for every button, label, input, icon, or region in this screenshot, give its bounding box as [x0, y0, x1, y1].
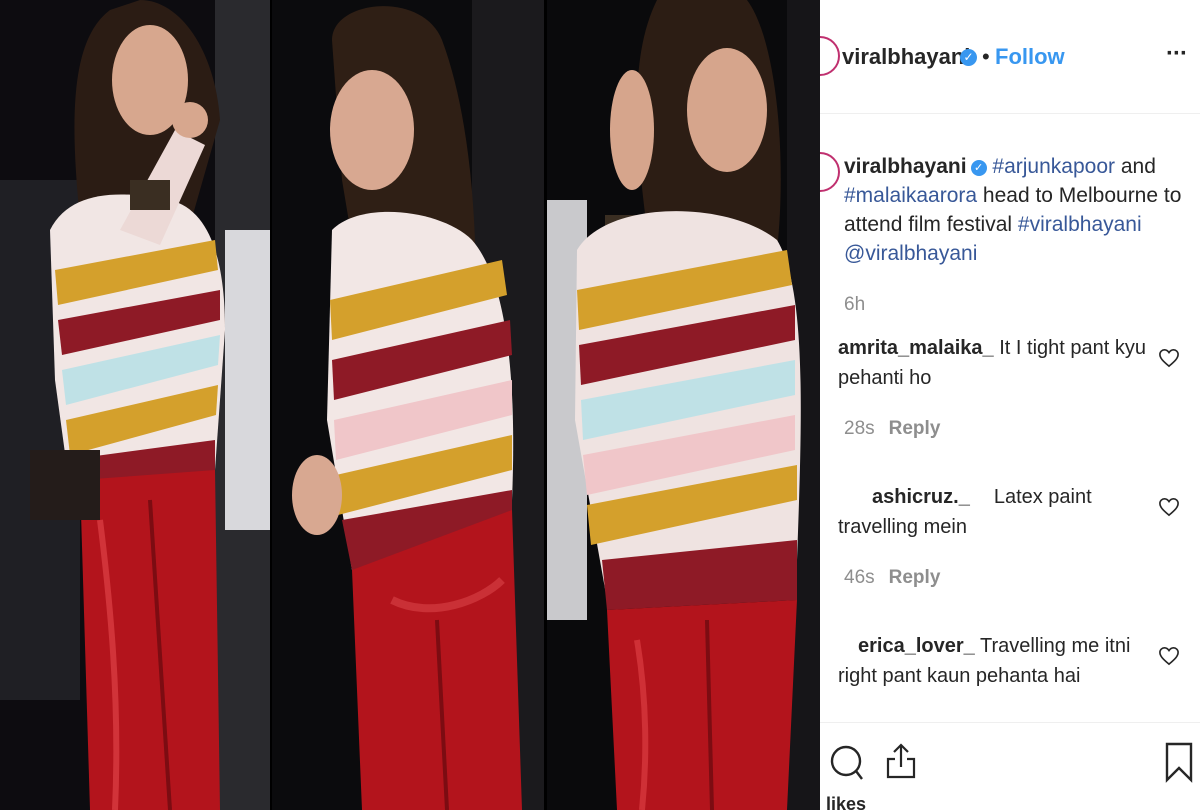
comment-item: amrita_malaika_ It I tight pant kyu peha… — [838, 333, 1158, 393]
comment-username[interactable]: erica_lover_ — [858, 635, 975, 657]
verified-badge-icon: ✓ — [970, 160, 987, 176]
reply-button[interactable]: Reply — [889, 567, 941, 588]
bookmark-icon[interactable] — [1164, 741, 1194, 783]
comment-item: ashicruz._ Latex paint travelling mein — [838, 482, 1158, 542]
share-icon[interactable] — [884, 741, 918, 781]
comment-time[interactable]: 46s — [844, 567, 875, 588]
author-username[interactable]: viralbhayani — [842, 44, 970, 70]
post-image-collage[interactable] — [0, 0, 820, 810]
hashtag-link[interactable]: #malaikaarora — [844, 184, 977, 207]
heart-icon[interactable] — [1158, 646, 1180, 666]
post-photo-1 — [0, 0, 270, 810]
hashtag-link[interactable]: #viralbhayani — [1018, 213, 1142, 236]
more-options-icon[interactable]: ··· — [1166, 40, 1188, 68]
comment-meta: 46s Reply — [844, 567, 940, 589]
verified-badge-icon: ✓ — [960, 49, 977, 66]
post-photo-2 — [272, 0, 544, 810]
post-photo-3 — [547, 0, 820, 810]
post-timestamp[interactable]: 6h — [844, 294, 865, 316]
follow-button[interactable]: Follow — [995, 44, 1065, 70]
comment-time[interactable]: 28s — [844, 418, 875, 439]
heart-icon[interactable] — [1158, 348, 1180, 368]
comment-icon[interactable] — [828, 743, 866, 783]
post-sidebar: viralbhayani ✓ • Follow ··· viralbhayani… — [820, 0, 1200, 810]
comment-meta: 28s Reply — [844, 418, 940, 440]
separator-dot: • — [982, 44, 990, 69]
comment-username[interactable]: amrita_malaika_ — [838, 337, 994, 359]
post-action-bar — [820, 722, 1200, 810]
caption-username[interactable]: viralbhayani — [844, 155, 967, 178]
caption-avatar[interactable] — [820, 152, 840, 192]
avatar[interactable] — [820, 36, 840, 76]
reply-button[interactable]: Reply — [889, 418, 941, 439]
caption-fragment: and — [1115, 155, 1156, 178]
post-header: viralbhayani ✓ • Follow ··· — [820, 0, 1200, 114]
likes-count[interactable]: likes — [826, 794, 866, 810]
heart-icon[interactable] — [1158, 497, 1180, 517]
comment-item: erica_lover_ Travelling me itni right pa… — [838, 631, 1158, 691]
caption-text: viralbhayani ✓ #arjunkapoor and #malaikaa… — [844, 152, 1189, 268]
comment-username[interactable]: ashicruz._ — [872, 486, 970, 508]
mention-link[interactable]: @viralbhayani — [844, 242, 977, 265]
hashtag-link[interactable]: #arjunkapoor — [992, 155, 1115, 178]
